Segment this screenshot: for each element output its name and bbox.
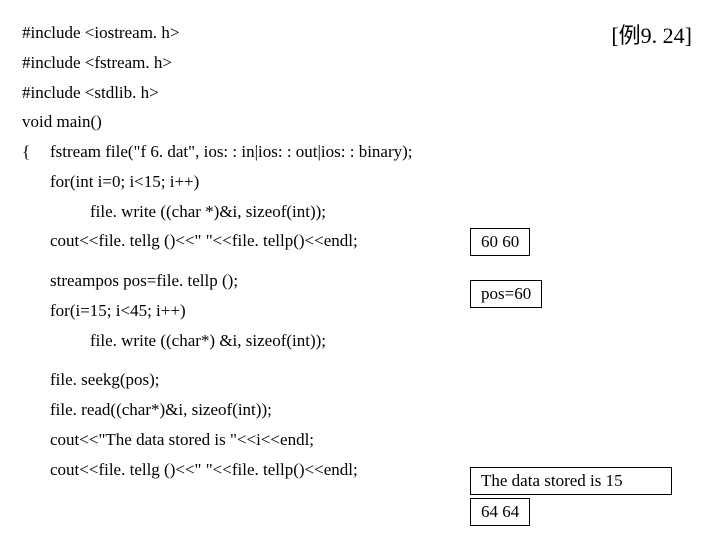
- output-box-1: 60 60: [470, 228, 530, 256]
- example-title: [例9. 24]: [611, 18, 692, 50]
- code-line: file. seekg(pos);: [22, 365, 698, 395]
- code-line: cout<<"The data stored is "<<i<<endl;: [22, 425, 698, 455]
- output-box-4: 64 64: [470, 498, 530, 526]
- code-line: #include <fstream. h>: [22, 48, 698, 78]
- code-line: for(i=15; i<45; i++): [22, 296, 698, 326]
- brace-open: {: [22, 137, 50, 167]
- code-line: #include <stdlib. h>: [22, 78, 698, 108]
- code-line: #include <iostream. h>: [22, 18, 698, 48]
- code-line: cout<<file. tellg ()<<" "<<file. tellp()…: [22, 226, 698, 256]
- code-line: file. read((char*)&i, sizeof(int));: [22, 395, 698, 425]
- code-line: { fstream file("f 6. dat", ios: : in|ios…: [22, 137, 698, 167]
- code-text: fstream file("f 6. dat", ios: : in|ios: …: [50, 137, 413, 167]
- code-line: void main(): [22, 107, 698, 137]
- code-line: file. write ((char *)&i, sizeof(int));: [22, 197, 698, 227]
- output-box-3: The data stored is 15: [470, 467, 672, 495]
- code-line: for(int i=0; i<15; i++): [22, 167, 698, 197]
- output-box-2: pos=60: [470, 280, 542, 308]
- code-line: streampos pos=file. tellp ();: [22, 266, 698, 296]
- code-line: file. write ((char*) &i, sizeof(int));: [22, 326, 698, 356]
